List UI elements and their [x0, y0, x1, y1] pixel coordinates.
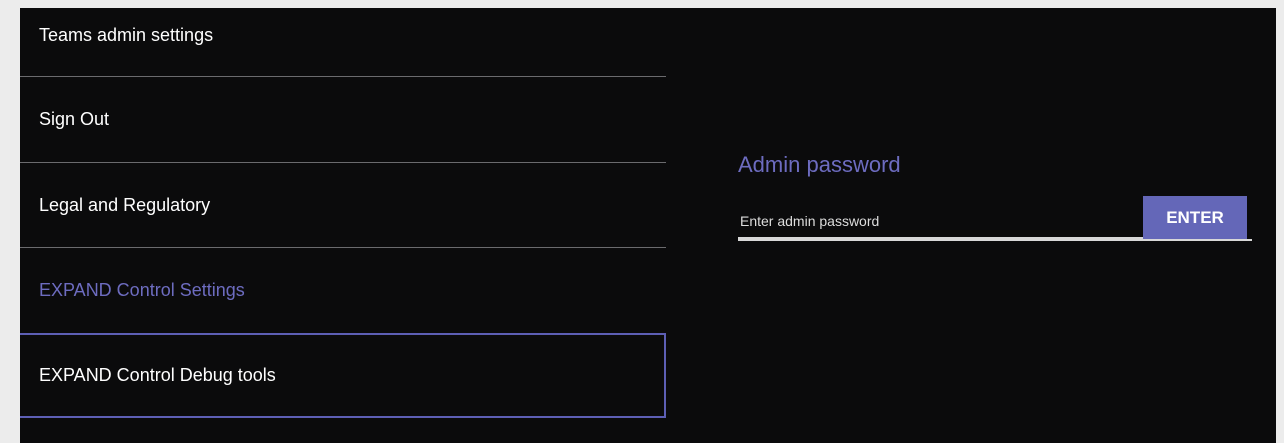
menu-item-label: Sign Out	[39, 109, 110, 129]
enter-button[interactable]: ENTER	[1143, 196, 1247, 240]
admin-password-panel: Admin password ENTER	[738, 148, 1252, 248]
settings-menu: Teams admin settings Sign Out Legal and …	[20, 8, 666, 443]
password-field-underline	[738, 239, 1252, 241]
settings-screen: Teams admin settings Sign Out Legal and …	[20, 8, 1276, 443]
menu-item-sign-out[interactable]: Sign Out	[20, 77, 666, 163]
admin-password-input[interactable]	[738, 205, 1148, 239]
menu-item-label: EXPAND Control Debug tools	[39, 365, 276, 385]
menu-item-expand-control-debug-tools[interactable]: EXPAND Control Debug tools	[20, 333, 666, 418]
menu-item-label: EXPAND Control Settings	[39, 280, 245, 300]
admin-password-title: Admin password	[738, 152, 901, 177]
menu-item-expand-control-settings[interactable]: EXPAND Control Settings	[20, 248, 666, 333]
menu-item-label: Legal and Regulatory	[39, 194, 211, 215]
menu-item-legal-and-regulatory[interactable]: Legal and Regulatory	[20, 163, 666, 248]
menu-item-label: Teams admin settings	[39, 24, 214, 45]
menu-item-teams-admin-settings[interactable]: Teams admin settings	[20, 8, 666, 77]
